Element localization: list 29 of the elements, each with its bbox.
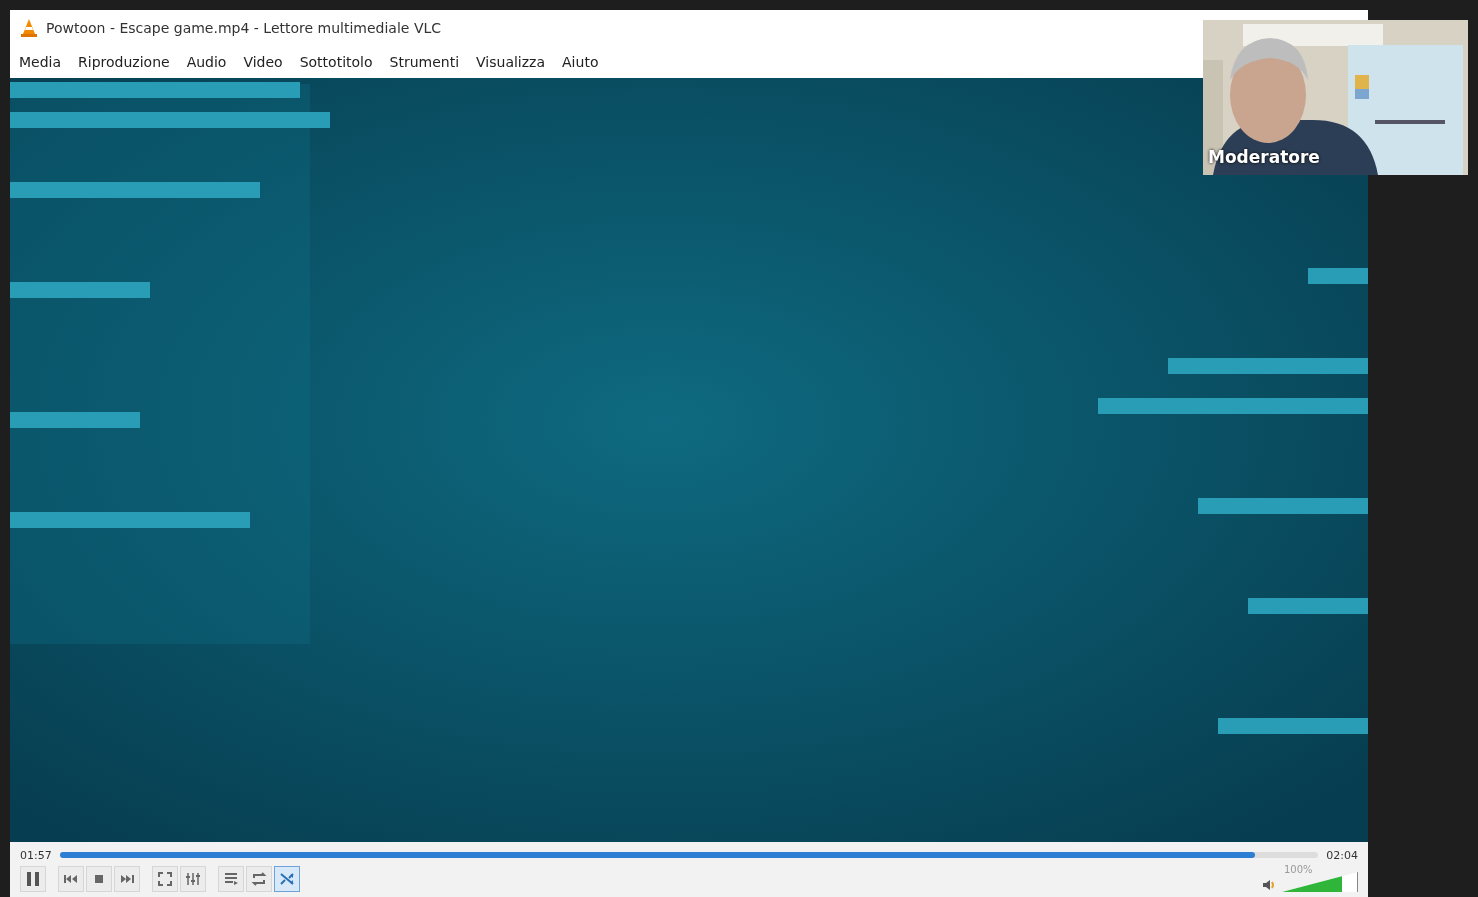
- menu-item[interactable]: Media: [19, 53, 62, 70]
- pause-icon: [24, 870, 42, 888]
- menu-item[interactable]: Visualizza: [476, 53, 546, 70]
- traffic-cone-icon: [20, 17, 38, 38]
- menu-item[interactable]: Video: [243, 53, 283, 70]
- menu-item[interactable]: Riproduzione: [78, 53, 170, 70]
- equalizer-button[interactable]: [180, 866, 206, 892]
- window-title: Powtoon - Escape game.mp4 - Lettore multimediale VLC: [46, 19, 442, 36]
- total-time: 02:04: [1326, 848, 1358, 862]
- stop-button[interactable]: [86, 866, 112, 892]
- fullscreen-icon: [156, 870, 174, 888]
- menu-item[interactable]: Sottotitolo: [299, 53, 373, 70]
- pause-button[interactable]: [20, 866, 46, 892]
- sliders-icon: [184, 870, 202, 888]
- speaker-icon[interactable]: [1262, 878, 1276, 892]
- fullscreen-button[interactable]: [152, 866, 178, 892]
- loop-button[interactable]: [246, 866, 272, 892]
- menu-item[interactable]: Strumenti: [389, 53, 460, 70]
- previous-button[interactable]: [58, 866, 84, 892]
- playlist-button[interactable]: [218, 866, 244, 892]
- loop-icon: [250, 870, 268, 888]
- volume-reading: 100%: [1284, 864, 1313, 875]
- menu-item[interactable]: Audio: [186, 53, 227, 70]
- next-button[interactable]: [114, 866, 140, 892]
- shuffle-button[interactable]: [274, 866, 300, 892]
- menu-item[interactable]: Aiuto: [562, 53, 599, 70]
- elapsed-time: 01:57: [20, 848, 52, 862]
- shuffle-icon: [278, 870, 296, 888]
- playlist-icon: [222, 870, 240, 888]
